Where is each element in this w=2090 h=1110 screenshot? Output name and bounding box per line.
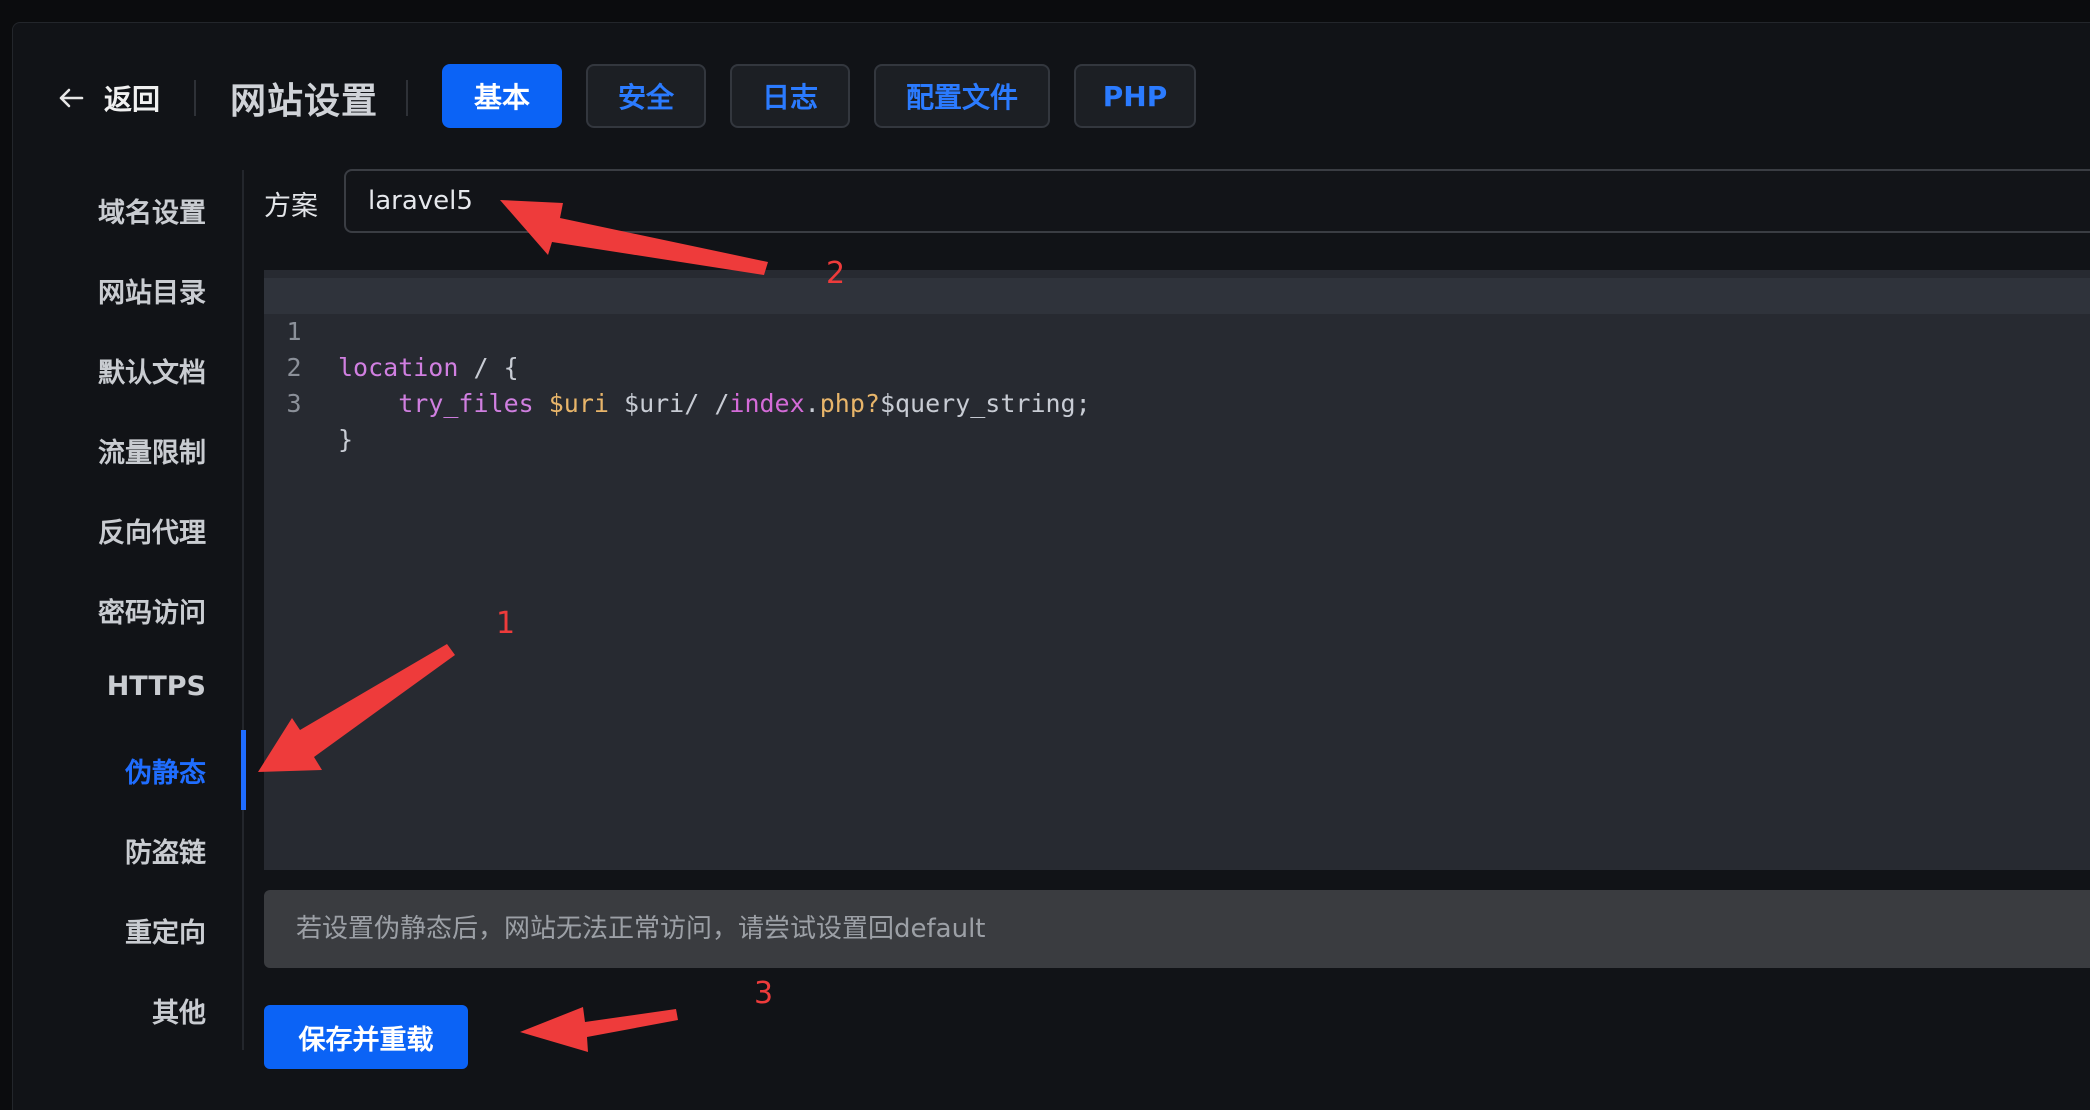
sidebar-item-redirect[interactable]: 重定向 xyxy=(125,911,206,950)
tab-basic[interactable]: 基本 xyxy=(442,64,562,128)
sidebar-divider xyxy=(242,170,244,1050)
header-divider xyxy=(406,80,408,116)
header-divider xyxy=(194,80,196,116)
annotation-number-3: 3 xyxy=(754,976,774,1011)
code-line: 3 } xyxy=(264,350,2090,454)
screen: 返回 网站设置 基本 安全 日志 配置文件 PHP 域名设置 网站目录 默认文档… xyxy=(0,0,2090,1110)
code-line: 2 try_files $uri $uri/ /index.php?$query… xyxy=(264,314,2090,418)
tab-php[interactable]: PHP xyxy=(1074,64,1196,128)
sidebar-active-indicator xyxy=(241,730,246,810)
page-title: 网站设置 xyxy=(230,81,379,122)
rewrite-code-editor[interactable]: 1 location / { 2 try_files $uri $uri/ /i… xyxy=(264,270,2090,870)
tab-config-file[interactable]: 配置文件 xyxy=(874,64,1050,128)
sidebar-item-site-directory[interactable]: 网站目录 xyxy=(98,271,206,310)
back-label: 返回 xyxy=(104,83,161,116)
tab-security[interactable]: 安全 xyxy=(586,64,706,128)
sidebar-item-other[interactable]: 其他 xyxy=(152,991,206,1030)
arrow-left-icon xyxy=(59,88,84,108)
sidebar-item-domain[interactable]: 域名设置 xyxy=(98,191,206,230)
scheme-label: 方案 xyxy=(264,191,318,222)
sidebar-item-traffic-limit[interactable]: 流量限制 xyxy=(98,431,206,470)
save-and-reload-button[interactable]: 保存并重载 xyxy=(264,1005,468,1069)
sidebar-item-rewrite[interactable]: 伪静态 xyxy=(125,751,206,790)
sidebar-item-password-access[interactable]: 密码访问 xyxy=(98,591,206,630)
code-text: try_files $uri $uri/ /index.php?$query_s… xyxy=(398,389,1091,418)
back-button[interactable]: 返回 xyxy=(56,78,160,118)
sidebar-item-reverse-proxy[interactable]: 反向代理 xyxy=(98,511,206,550)
scheme-select[interactable]: laravel5 xyxy=(344,169,2090,233)
sidebar-item-hotlink-protection[interactable]: 防盗链 xyxy=(125,831,206,870)
sidebar-item-default-document[interactable]: 默认文档 xyxy=(98,351,206,390)
annotation-number-2: 2 xyxy=(826,256,846,291)
rewrite-notice: 若设置伪静态后，网站无法正常访问，请尝试设置回default xyxy=(264,890,2090,968)
line-number: 3 xyxy=(286,389,302,418)
annotation-number-1: 1 xyxy=(496,606,516,641)
code-text: } xyxy=(338,425,354,454)
tab-logs[interactable]: 日志 xyxy=(730,64,850,128)
sidebar-item-https[interactable]: HTTPS xyxy=(107,671,206,702)
code-line: 1 location / { xyxy=(264,278,2090,382)
